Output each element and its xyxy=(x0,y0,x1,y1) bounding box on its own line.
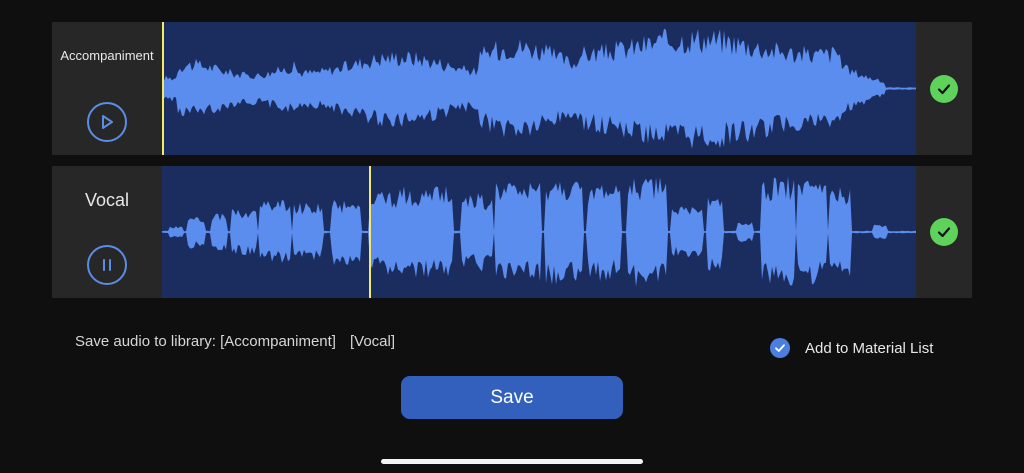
save-button[interactable]: Save xyxy=(401,376,623,419)
pause-button[interactable] xyxy=(87,245,127,285)
waveform-accompaniment[interactable] xyxy=(162,22,916,155)
select-vocal-check[interactable] xyxy=(930,218,958,246)
material-list-checkbox[interactable] xyxy=(770,338,790,358)
select-accompaniment-check[interactable] xyxy=(930,74,958,103)
track-select-cell xyxy=(916,22,972,155)
checkmark-icon xyxy=(775,344,785,352)
home-indicator[interactable] xyxy=(381,459,643,464)
checkmark-icon xyxy=(937,83,951,94)
material-list-label: Add to Material List xyxy=(805,339,934,357)
waveform-graphic xyxy=(162,28,916,149)
track-controls: Vocal xyxy=(52,166,162,298)
waveform-vocal[interactable] xyxy=(162,166,916,298)
waveform-graphic xyxy=(162,176,916,287)
add-to-material-list-toggle[interactable]: Add to Material List xyxy=(770,338,933,358)
waveform-shape xyxy=(162,176,916,287)
track-vocal: Vocal xyxy=(52,166,972,298)
checkmark-icon xyxy=(937,227,951,238)
playhead[interactable] xyxy=(162,22,164,155)
play-icon xyxy=(102,115,113,129)
save-option-accompaniment[interactable]: [Accompaniment] xyxy=(220,333,336,350)
track-accompaniment: Accompaniment xyxy=(52,22,972,155)
waveform-shape xyxy=(162,28,916,149)
play-button[interactable] xyxy=(87,102,127,142)
save-to-library-text: Save audio to library: [Accompaniment] [V… xyxy=(75,333,395,350)
save-option-vocal[interactable]: [Vocal] xyxy=(350,333,395,350)
playhead[interactable] xyxy=(369,166,371,298)
track-controls: Accompaniment xyxy=(52,22,162,155)
track-label: Accompaniment xyxy=(60,48,154,63)
save-library-prefix: Save audio to library: xyxy=(75,333,216,350)
track-label: Vocal xyxy=(84,190,130,210)
pause-icon xyxy=(103,259,111,271)
track-select-cell xyxy=(916,166,972,298)
